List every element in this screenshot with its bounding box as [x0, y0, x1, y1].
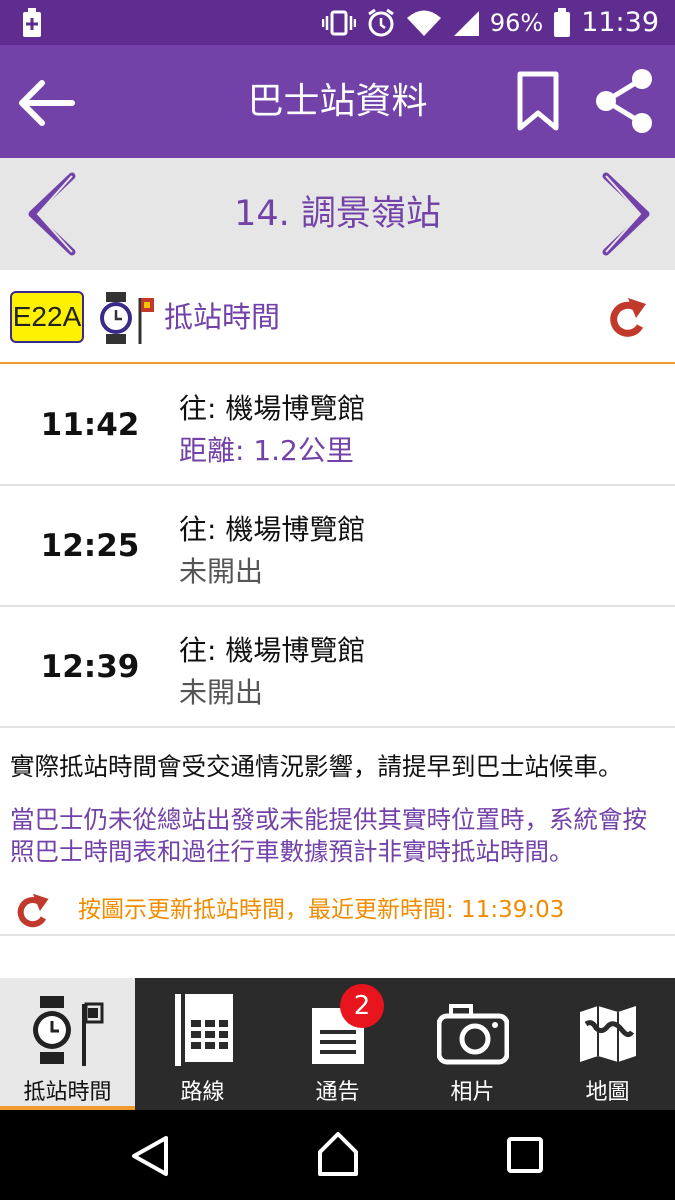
eta-destination: 往: 機場博覽館	[179, 634, 366, 667]
nav-back-icon[interactable]	[130, 1134, 170, 1178]
tab-label: 相片	[450, 1080, 495, 1105]
tab-photos[interactable]: 相片	[405, 978, 540, 1110]
traffic-note: 實際抵站時間會受交通情況影響，請提早到巴士站候車。	[10, 752, 623, 781]
list-item[interactable]: 11:42 往: 機場博覽館 距離: 1.2公里	[0, 365, 675, 486]
tab-label: 通告	[315, 1080, 360, 1105]
bookmark-icon[interactable]	[516, 71, 560, 131]
map-icon	[580, 1006, 636, 1062]
share-icon[interactable]	[592, 67, 656, 135]
wifi-icon	[406, 10, 441, 36]
tab-label: 路線	[180, 1080, 225, 1105]
refresh-icon[interactable]	[606, 296, 650, 340]
eta-section-label: 抵站時間	[164, 300, 281, 334]
nav-home-icon[interactable]	[316, 1130, 360, 1178]
station-bar: 14. 調景嶺站	[0, 158, 675, 270]
page-title: 巴士站資料	[247, 81, 428, 122]
list-item[interactable]: 12:25 往: 機場博覽館 未開出	[0, 486, 675, 607]
battery-charging-icon	[23, 8, 41, 37]
bottom-tab-bar: 抵站時間 路線 通告 相片 地圖	[0, 978, 675, 1110]
status-bar: 96% 11:39	[0, 0, 675, 45]
eta-destination: 往: 機場博覽館	[179, 392, 366, 425]
battery-icon	[554, 7, 571, 37]
alarm-icon	[368, 8, 394, 36]
system-nav-bar	[0, 1110, 675, 1200]
eta-status: 未開出	[179, 555, 264, 588]
watch-flag-icon	[33, 996, 104, 1066]
station-name: 14. 調景嶺站	[234, 194, 441, 234]
eta-destination: 往: 機場博覽館	[179, 513, 366, 546]
list-item[interactable]: 12:39 往: 機場博覽館 未開出	[0, 607, 675, 728]
eta-time: 11:42	[40, 407, 140, 443]
tab-label: 地圖	[585, 1080, 630, 1105]
route-number-badge: E22A	[10, 291, 84, 343]
route-header: E22A 抵站時間	[0, 270, 675, 364]
notice-count-badge: 2	[340, 984, 384, 1028]
last-updated-text: 按圖示更新抵站時間，最近更新時間: 11:39:03	[78, 897, 565, 923]
battery-percent: 96%	[489, 8, 544, 37]
next-station-chevron-icon[interactable]	[598, 172, 654, 256]
watch-flag-icon	[100, 292, 154, 344]
refresh-icon[interactable]	[14, 892, 52, 930]
schedule-note: 當巴士仍未從總站出發或未能提供其實時位置時，系統會按照巴士時間表和過往行車數據預…	[10, 805, 647, 866]
app-bar: 巴士站資料	[0, 45, 675, 158]
route-table-icon	[175, 994, 233, 1066]
tab-notices[interactable]: 通告	[270, 978, 405, 1110]
tab-label: 抵站時間	[23, 1080, 112, 1105]
camera-icon	[437, 1004, 509, 1065]
eta-time: 12:25	[40, 528, 140, 564]
eta-time: 12:39	[40, 649, 140, 685]
signal-icon	[453, 10, 479, 36]
back-arrow-icon[interactable]	[14, 71, 78, 135]
nav-recent-apps-icon[interactable]	[506, 1136, 544, 1174]
eta-status: 未開出	[179, 676, 264, 709]
eta-distance: 距離: 1.2公里	[179, 434, 354, 467]
eta-list: 11:42 往: 機場博覽館 距離: 1.2公里 12:25 往: 機場博覽館 …	[0, 365, 675, 728]
vibrate-icon	[321, 10, 356, 35]
tab-routes[interactable]: 路線	[135, 978, 270, 1110]
refresh-row[interactable]: 按圖示更新抵站時間，最近更新時間: 11:39:03	[0, 884, 675, 936]
status-time: 11:39	[581, 7, 659, 38]
tab-eta[interactable]: 抵站時間	[0, 978, 135, 1110]
tab-map[interactable]: 地圖	[540, 978, 675, 1110]
